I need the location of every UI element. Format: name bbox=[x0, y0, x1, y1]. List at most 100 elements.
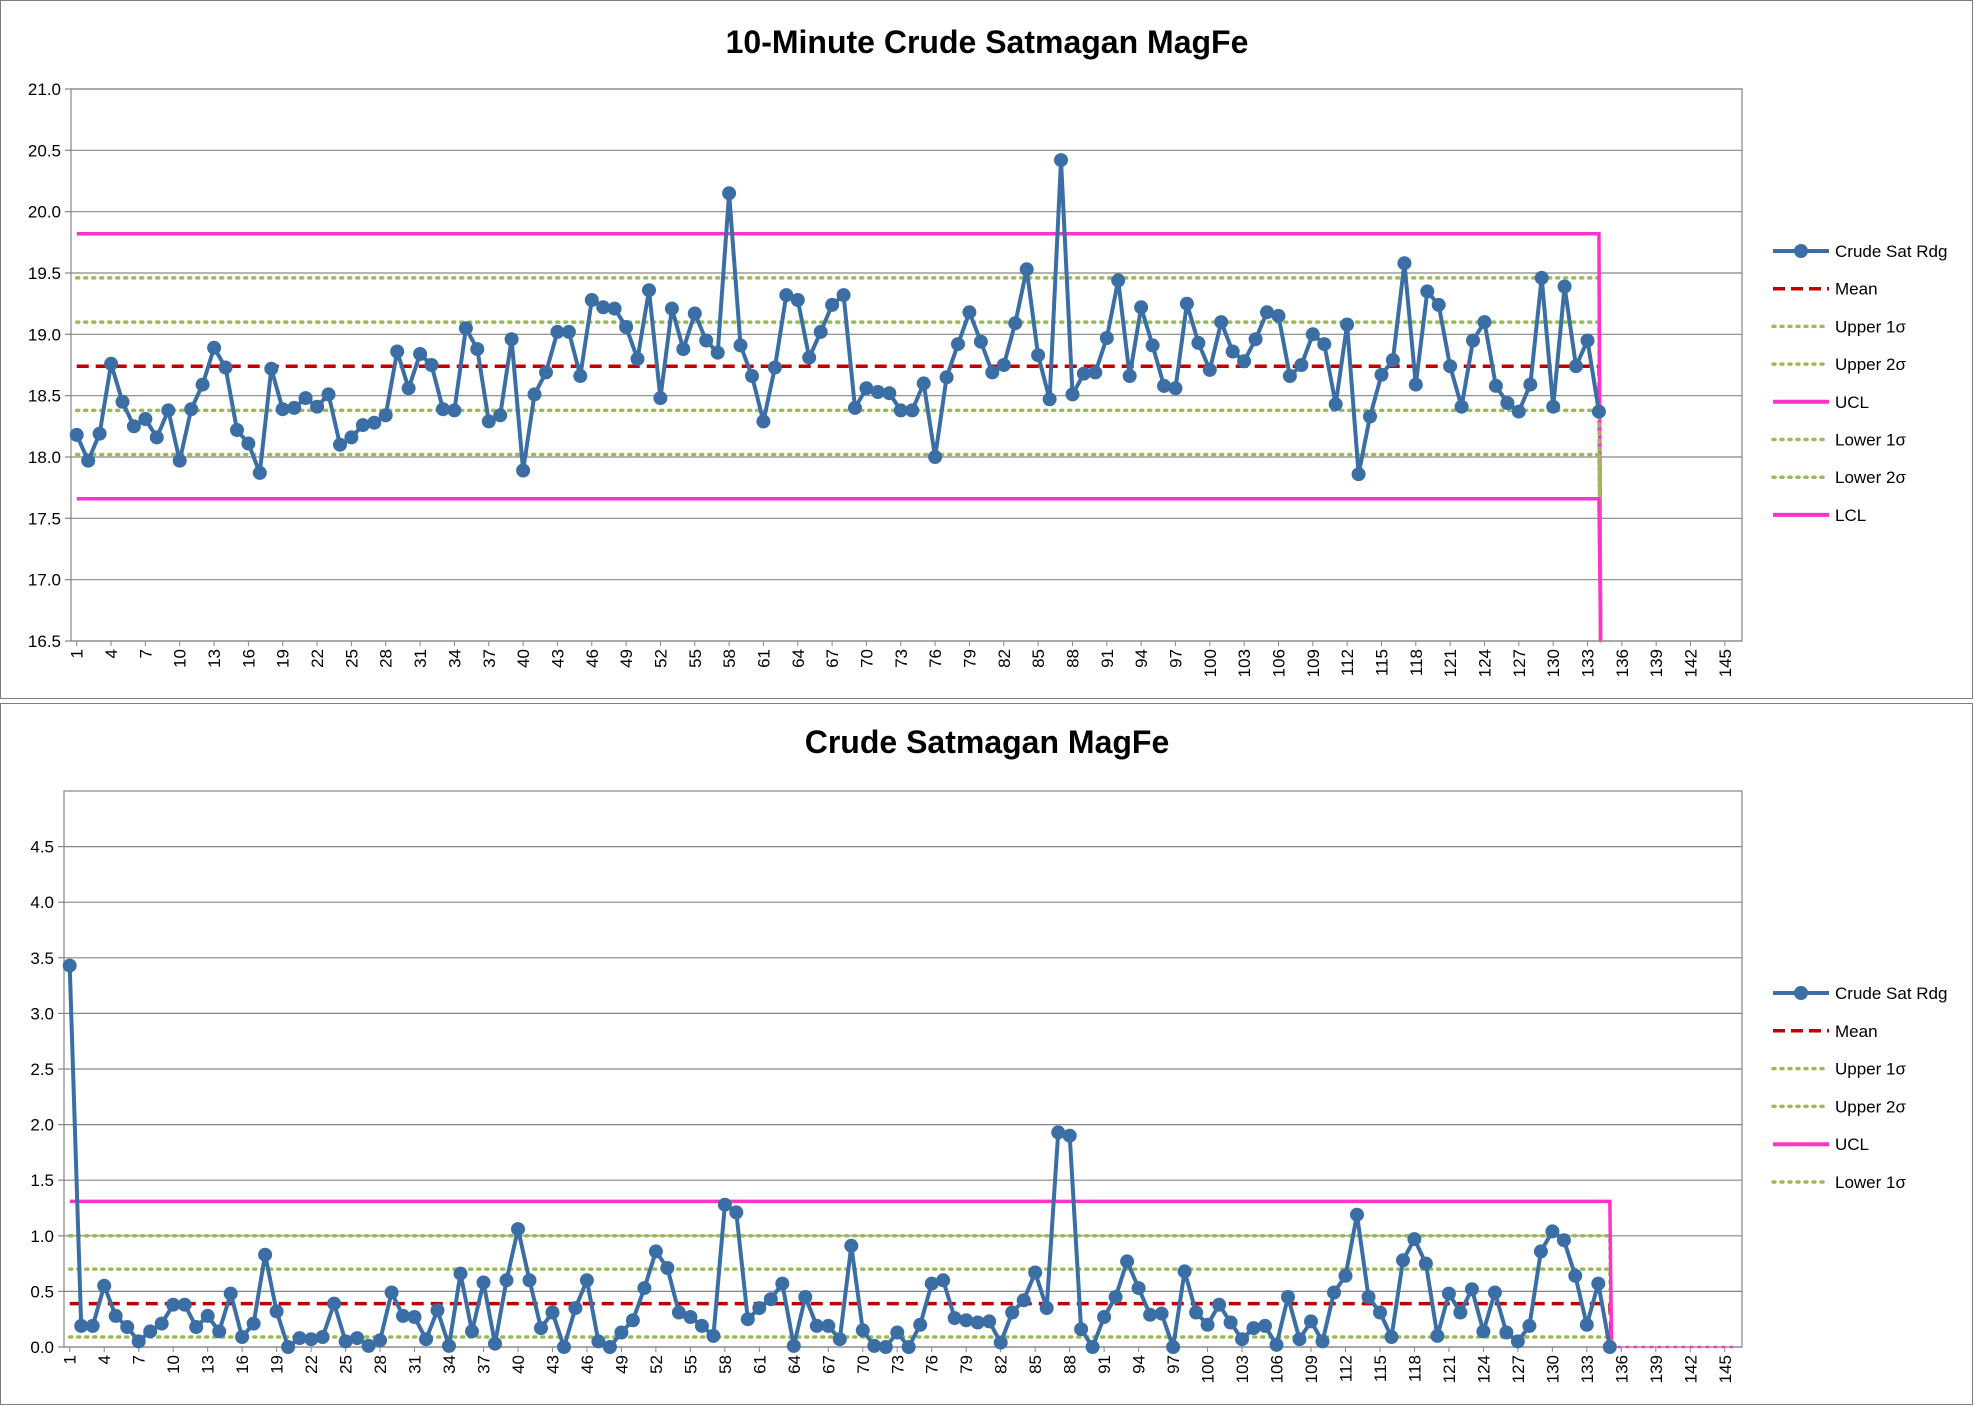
data-point bbox=[745, 369, 759, 383]
data-point bbox=[660, 1261, 675, 1275]
data-point bbox=[1487, 1285, 1502, 1300]
data-point bbox=[1028, 1265, 1043, 1280]
legend-label: Lower 1σ bbox=[1835, 431, 1906, 450]
x-tick-label: 91 bbox=[1098, 649, 1117, 668]
data-point bbox=[1569, 359, 1583, 374]
data-point bbox=[476, 1275, 491, 1290]
data-point bbox=[802, 350, 817, 365]
data-point bbox=[859, 381, 874, 396]
data-point bbox=[1260, 305, 1274, 320]
x-tick-label: 139 bbox=[1647, 1355, 1666, 1383]
data-point bbox=[1122, 369, 1137, 383]
y-tick-label: 2.5 bbox=[30, 1060, 54, 1079]
x-tick-label: 67 bbox=[819, 1355, 838, 1374]
data-point bbox=[786, 1338, 801, 1353]
data-point bbox=[396, 1308, 410, 1323]
data-point bbox=[1054, 153, 1068, 168]
data-point bbox=[1062, 1128, 1077, 1143]
x-tick-label: 16 bbox=[239, 649, 258, 668]
data-point bbox=[740, 1312, 755, 1327]
data-point bbox=[836, 288, 851, 303]
data-point bbox=[573, 369, 588, 383]
data-point bbox=[1168, 381, 1183, 396]
data-point bbox=[1523, 377, 1538, 392]
data-point bbox=[1271, 308, 1286, 323]
x-tick-label: 97 bbox=[1164, 1355, 1183, 1374]
data-point bbox=[1166, 1340, 1181, 1354]
data-point bbox=[1579, 1317, 1594, 1332]
y-tick-label: 1.5 bbox=[30, 1171, 54, 1190]
x-tick-label: 145 bbox=[1716, 1355, 1735, 1383]
data-point bbox=[1154, 1306, 1169, 1321]
data-point bbox=[1441, 1286, 1456, 1301]
x-tick-label: 73 bbox=[888, 1355, 907, 1374]
data-point bbox=[108, 1308, 123, 1323]
data-point bbox=[333, 437, 347, 452]
x-tick-label: 115 bbox=[1372, 649, 1391, 676]
data-point bbox=[516, 463, 531, 478]
data-point bbox=[378, 408, 393, 423]
data-point bbox=[1340, 317, 1355, 332]
x-tick-label: 67 bbox=[823, 649, 842, 668]
x-tick-label: 76 bbox=[926, 649, 945, 668]
data-point bbox=[790, 293, 805, 307]
data-point bbox=[1248, 332, 1263, 347]
data-point bbox=[619, 320, 634, 334]
data-point bbox=[511, 1222, 525, 1237]
chart-title: Crude Satmagan MagFe bbox=[805, 724, 1170, 760]
y-tick-label: 4.5 bbox=[30, 838, 54, 857]
data-point bbox=[258, 1247, 273, 1262]
data-point bbox=[763, 1292, 778, 1307]
data-point bbox=[664, 301, 679, 316]
x-tick-label: 7 bbox=[130, 1355, 149, 1364]
data-point bbox=[1408, 377, 1423, 392]
x-tick-label: 70 bbox=[857, 649, 876, 668]
x-tick-label: 10 bbox=[171, 649, 190, 668]
data-point bbox=[1042, 392, 1057, 407]
x-tick-label: 142 bbox=[1681, 1355, 1700, 1383]
data-point bbox=[1407, 1232, 1422, 1247]
data-point bbox=[637, 1281, 652, 1296]
x-tick-label: 118 bbox=[1407, 649, 1426, 676]
data-point bbox=[298, 391, 313, 406]
data-point bbox=[722, 186, 737, 201]
data-point bbox=[1246, 1321, 1261, 1336]
data-point bbox=[1016, 1293, 1031, 1308]
legend-label: Upper 1σ bbox=[1835, 1060, 1906, 1079]
data-point bbox=[344, 430, 359, 445]
data-point bbox=[1200, 1317, 1215, 1332]
data-point bbox=[1477, 315, 1492, 330]
data-point bbox=[1454, 399, 1469, 414]
data-point bbox=[1511, 404, 1526, 419]
data-point bbox=[1258, 1318, 1272, 1333]
data-point bbox=[1134, 300, 1149, 315]
data-point bbox=[973, 334, 988, 349]
x-tick-label: 1 bbox=[68, 649, 87, 658]
data-point bbox=[1374, 367, 1389, 382]
x-tick-label: 136 bbox=[1612, 1355, 1631, 1383]
x-tick-label: 49 bbox=[612, 1355, 631, 1374]
data-point bbox=[373, 1333, 388, 1348]
data-point bbox=[218, 360, 233, 375]
data-point bbox=[625, 1313, 640, 1328]
data-point bbox=[844, 1238, 859, 1253]
data-point bbox=[1281, 1290, 1295, 1304]
x-tick-label: 40 bbox=[509, 1355, 528, 1374]
data-point bbox=[939, 370, 954, 385]
data-point bbox=[212, 1324, 227, 1339]
data-point bbox=[304, 1332, 319, 1347]
x-tick-label: 139 bbox=[1647, 649, 1666, 677]
data-point bbox=[1418, 1256, 1433, 1271]
x-tick-label: 4 bbox=[102, 649, 121, 658]
chart-panel-top: 10-Minute Crude Satmagan MagFe 16.5 17.0 1… bbox=[0, 0, 1973, 699]
data-point bbox=[97, 1278, 112, 1293]
data-point bbox=[350, 1331, 365, 1346]
data-point bbox=[223, 1286, 238, 1301]
x-tick-label: 52 bbox=[647, 1355, 666, 1374]
y-tick-label: 1.0 bbox=[30, 1227, 54, 1246]
data-point bbox=[607, 301, 622, 316]
x-tick-label: 58 bbox=[716, 1355, 735, 1374]
data-point bbox=[1545, 1224, 1560, 1239]
data-point bbox=[1039, 1301, 1054, 1316]
data-point bbox=[993, 1335, 1008, 1350]
